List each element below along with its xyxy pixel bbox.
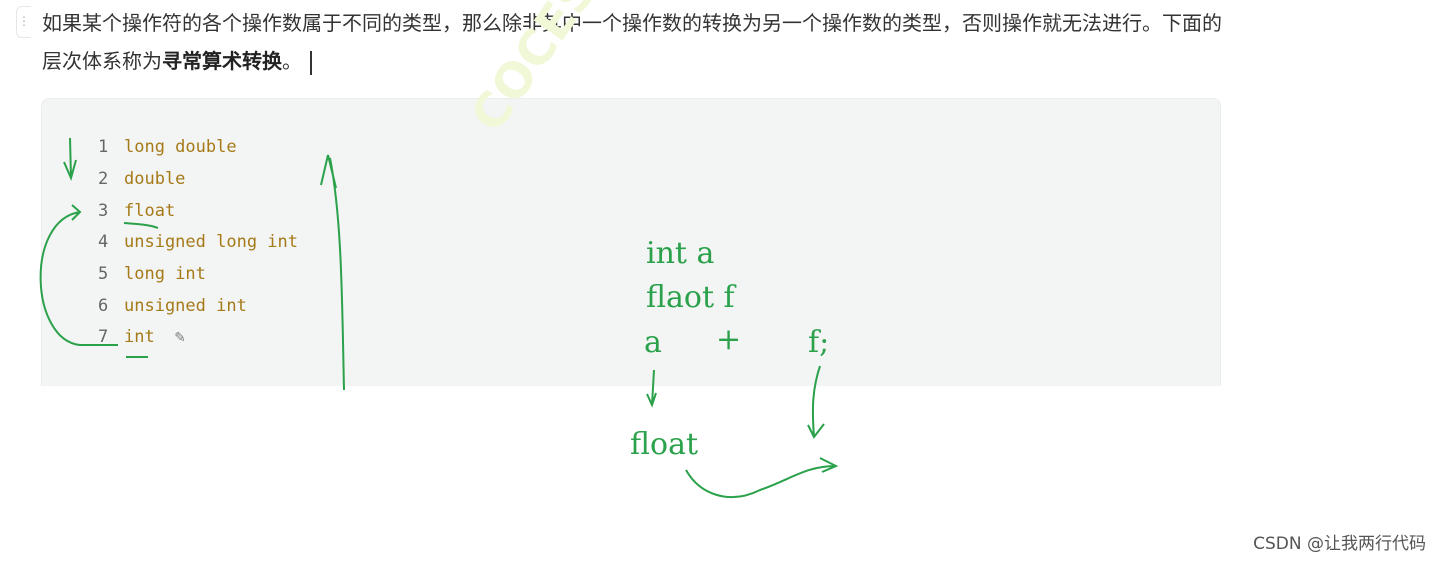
a-down-arrow: [646, 369, 657, 408]
annotation-strokes: [39, 137, 839, 499]
down-arrow-stroke: [63, 137, 77, 181]
up-arrow-stroke: [320, 154, 345, 391]
f-down-arrow: [807, 365, 825, 439]
curve-arrow-stroke: [39, 204, 118, 346]
float-to-f-arrow: [685, 457, 839, 499]
float-underline: [123, 222, 159, 229]
footer-credit: CSDN @让我两行代码: [1253, 534, 1426, 554]
